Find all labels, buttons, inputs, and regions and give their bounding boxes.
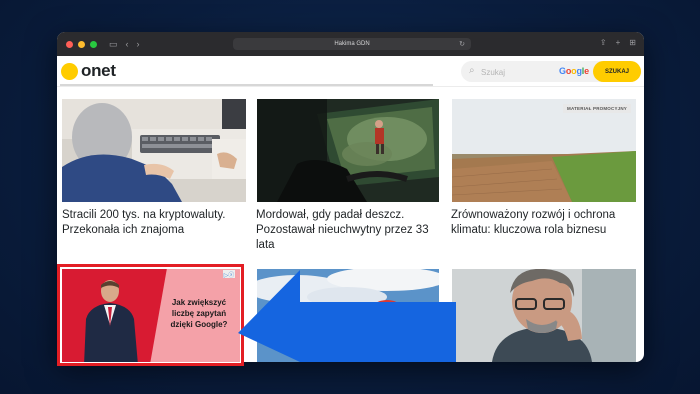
article-image[interactable]	[257, 99, 439, 202]
window-controls	[66, 40, 97, 48]
logo-dot-icon	[61, 62, 78, 80]
onet-logo[interactable]: onet	[61, 61, 116, 81]
browser-titlebar: ▭ ‹ › Hakima GDN ↻ ⇪ + ⊞	[57, 32, 644, 56]
arrow-left-icon	[238, 270, 456, 362]
google-letter: G	[559, 66, 566, 76]
close-window-button[interactable]	[66, 40, 73, 48]
back-icon[interactable]: ‹	[126, 39, 129, 50]
ad-banner[interactable]: Jak zwiększyć liczbę zapytań dzięki Goog…	[57, 264, 244, 366]
search-input[interactable]	[479, 65, 555, 79]
article-title[interactable]: Mordował, gdy padał deszcz. Pozostawał n…	[256, 208, 442, 253]
site-header: onet ⌕ Google SZUKAJ	[57, 56, 644, 87]
sidebar-icon[interactable]: ▭	[109, 39, 118, 50]
search-icon: ⌕	[469, 65, 475, 76]
article-title[interactable]: Stracili 200 tys. na kryptowaluty. Przek…	[62, 208, 248, 238]
ad-creative[interactable]: Jak zwiększyć liczbę zapytań dzięki Goog…	[62, 269, 240, 362]
article-image[interactable]	[62, 99, 246, 202]
ad-text: Jak zwiększyć liczbę zapytań dzięki Goog…	[170, 298, 228, 329]
promo-tag: MATERIAŁ PROMOCYJNY	[563, 104, 631, 113]
search-box: ⌕ Google SZUKAJ	[461, 61, 641, 82]
reload-icon[interactable]: ↻	[459, 40, 465, 48]
article-image[interactable]: MATERIAŁ PROMOCYJNY	[452, 99, 636, 202]
article-image[interactable]	[452, 269, 636, 362]
minimize-window-button[interactable]	[78, 40, 85, 48]
new-tab-icon[interactable]: +	[616, 38, 621, 47]
nav-divider	[60, 84, 433, 86]
zoom-window-button[interactable]	[90, 40, 97, 48]
address-text: Hakima GDN	[334, 41, 370, 47]
forward-icon[interactable]: ›	[137, 39, 140, 50]
share-icon[interactable]: ⇪	[600, 38, 607, 47]
article-title[interactable]: Zrównoważony rozwój i ochrona klimatu: k…	[451, 208, 637, 238]
tab-overview-icon[interactable]: ⊞	[629, 38, 636, 47]
address-bar[interactable]: Hakima GDN ↻	[233, 38, 471, 50]
google-logo: Google	[559, 66, 589, 76]
google-letter: e	[584, 66, 589, 76]
ad-choices-icon[interactable]: ▷ⓧ	[223, 270, 235, 279]
logo-text: onet	[81, 61, 116, 80]
ad-frame[interactable]: Jak zwiększyć liczbę zapytań dzięki Goog…	[57, 264, 244, 366]
search-button[interactable]: SZUKAJ	[593, 61, 641, 82]
